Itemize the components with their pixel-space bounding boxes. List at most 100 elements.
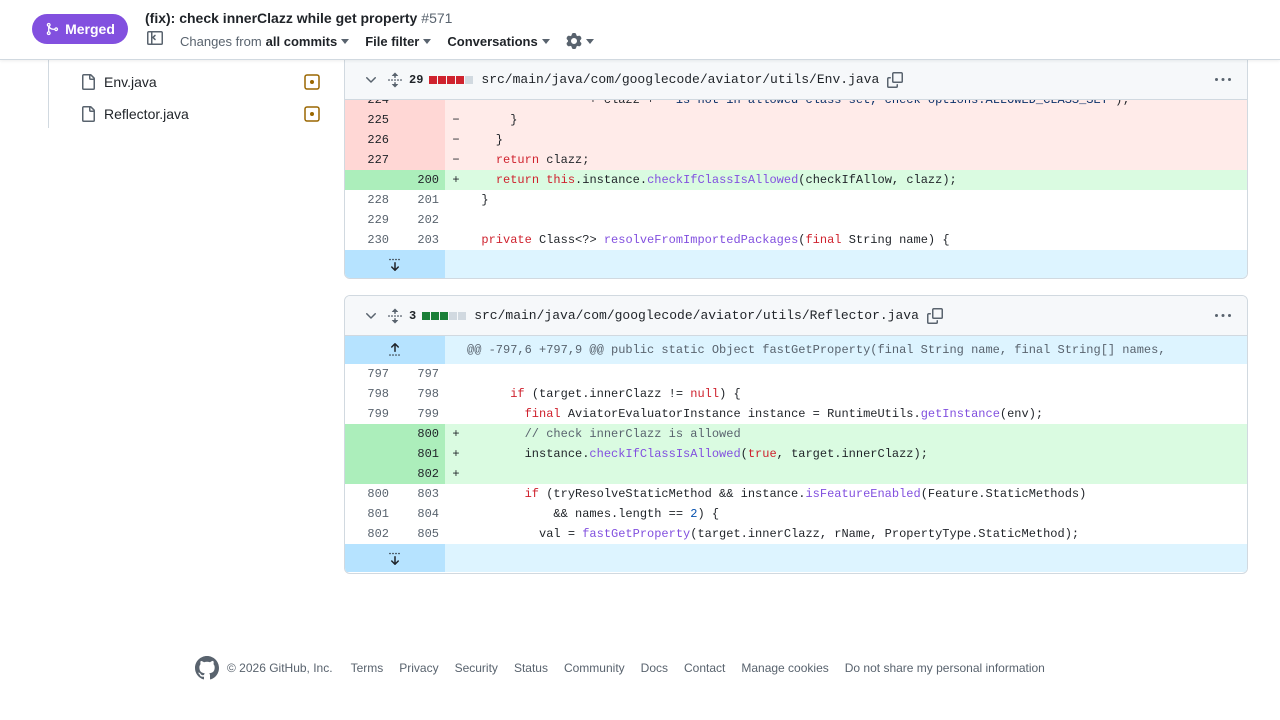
old-line-number[interactable]: 800: [345, 484, 395, 504]
diffstat-block: [458, 311, 467, 320]
new-line-number[interactable]: [395, 150, 445, 170]
unfold-up-icon: [389, 343, 400, 356]
diff-file-env: 29 src/main/java/com/googlecode/aviator/…: [344, 59, 1248, 279]
old-line-number[interactable]: 225: [345, 110, 395, 130]
chevron-down-icon[interactable]: [363, 72, 379, 88]
diff-sign: [445, 484, 467, 504]
footer-link-manage-cookies[interactable]: Manage cookies: [741, 661, 828, 675]
new-line-number[interactable]: 797: [395, 364, 445, 384]
expand-all-icon[interactable]: [387, 72, 403, 88]
footer-link-docs[interactable]: Docs: [641, 661, 668, 675]
old-line-number[interactable]: [345, 464, 395, 484]
code-text: val = fastGetProperty(target.innerClazz,…: [467, 527, 1080, 541]
diff-sign: +: [445, 170, 467, 190]
old-line-number[interactable]: 230: [345, 230, 395, 250]
new-line-number[interactable]: 202: [395, 210, 445, 230]
hunk-header-row: @@ -797,6 +797,9 @@ public static Object…: [345, 336, 1247, 364]
file-filter-dropdown[interactable]: File filter: [365, 34, 432, 49]
diff-line-deleted: 225 − }: [345, 110, 1247, 130]
old-line-number[interactable]: 798: [345, 384, 395, 404]
copy-icon[interactable]: [887, 71, 904, 88]
kebab-horizontal-icon[interactable]: [1215, 72, 1231, 88]
new-line-number[interactable]: 804: [395, 504, 445, 524]
new-line-number[interactable]: [395, 130, 445, 150]
diff-sign: −: [445, 130, 467, 150]
diff-sign: [445, 524, 467, 544]
changes-from-dropdown[interactable]: Changes from all commits: [180, 33, 350, 49]
footer-link-terms[interactable]: Terms: [351, 661, 384, 675]
new-line-number[interactable]: 801: [395, 444, 445, 464]
code-text: if (tryResolveStaticMethod && instance.i…: [524, 487, 1087, 501]
file-modified-icon: [304, 106, 320, 122]
diff-settings-button[interactable]: [566, 33, 594, 49]
new-line-number[interactable]: 802: [395, 464, 445, 484]
diff-line-context: 800 803 if (tryResolveStaticMethod && ins…: [345, 484, 1247, 504]
chevron-down-icon[interactable]: [363, 308, 379, 324]
file-icon: [82, 74, 95, 90]
footer-link-community[interactable]: Community: [564, 661, 625, 675]
kebab-horizontal-icon[interactable]: [1215, 308, 1231, 324]
footer-link-privacy[interactable]: Privacy: [399, 661, 438, 675]
new-line-number[interactable]: 800: [395, 424, 445, 444]
diff-sign: +: [445, 424, 467, 444]
old-line-number[interactable]: 226: [345, 130, 395, 150]
code-text: instance.checkIfClassIsAllowed(true, tar…: [467, 444, 1247, 464]
old-line-number[interactable]: [345, 444, 395, 464]
old-line-number[interactable]: [345, 424, 395, 444]
code-text: private Class<?> resolveFromImportedPack…: [481, 233, 950, 247]
old-line-number[interactable]: 229: [345, 210, 395, 230]
expand-down-row: [345, 544, 1247, 572]
old-line-number[interactable]: 801: [345, 504, 395, 524]
footer-link-security[interactable]: Security: [455, 661, 498, 675]
diff-sign: −: [445, 150, 467, 170]
old-line-number[interactable]: 227: [345, 150, 395, 170]
copy-icon[interactable]: [926, 307, 943, 324]
expand-down-button[interactable]: [345, 250, 445, 278]
code-text: // check innerClazz is allowed: [467, 424, 1247, 444]
sidebar-collapse-icon[interactable]: [147, 30, 163, 46]
old-line-number[interactable]: [345, 170, 395, 190]
diff-sign: +: [445, 444, 467, 464]
diff-line-context: 797 797: [345, 364, 1247, 384]
diff-line-deleted: 227 − return clazz;: [345, 150, 1247, 170]
diff-line-added: 800 + // check innerClazz is allowed: [345, 424, 1247, 444]
changes-from-label: Changes from: [180, 33, 262, 49]
code-text: }: [467, 130, 1247, 150]
new-line-number[interactable]: [395, 110, 445, 130]
expand-up-button[interactable]: [345, 336, 445, 364]
new-line-number[interactable]: 805: [395, 524, 445, 544]
file-tree-item-env[interactable]: Env.java: [80, 69, 328, 95]
conversations-dropdown[interactable]: Conversations: [447, 34, 550, 49]
new-line-number[interactable]: 203: [395, 230, 445, 250]
file-path[interactable]: src/main/java/com/googlecode/aviator/uti…: [481, 72, 879, 87]
footer-link-status[interactable]: Status: [514, 661, 548, 675]
new-line-number[interactable]: 200: [395, 170, 445, 190]
old-line-number[interactable]: 799: [345, 404, 395, 424]
changes-count: 3: [409, 308, 417, 323]
code-text: }: [467, 110, 1247, 130]
diff-line-context: 228 201 }: [345, 190, 1247, 210]
old-line-number[interactable]: 797: [345, 364, 395, 384]
footer-link-do-not-share[interactable]: Do not share my personal information: [845, 661, 1045, 675]
new-line-number[interactable]: 201: [395, 190, 445, 210]
old-line-number[interactable]: 228: [345, 190, 395, 210]
code-text: [467, 464, 1247, 484]
old-line-number[interactable]: 802: [345, 524, 395, 544]
expand-all-icon[interactable]: [387, 308, 403, 324]
diff-lines: 224− + clazz + " is not in allowed class…: [345, 90, 1247, 250]
new-line-number[interactable]: 799: [395, 404, 445, 424]
diffstat-block: [438, 75, 447, 84]
github-mark-icon[interactable]: [195, 656, 219, 680]
pr-sticky-header: Merged (fix): check innerClazz while get…: [0, 0, 1280, 60]
gear-icon: [566, 33, 582, 49]
footer-link-contact[interactable]: Contact: [684, 661, 725, 675]
expand-down-button[interactable]: [345, 544, 445, 572]
file-path[interactable]: src/main/java/com/googlecode/aviator/uti…: [474, 308, 919, 323]
new-line-number[interactable]: 798: [395, 384, 445, 404]
diff-sign: [445, 384, 467, 404]
diff-sign: [445, 190, 467, 210]
file-tree-item-reflector[interactable]: Reflector.java: [80, 101, 328, 127]
new-line-number[interactable]: 803: [395, 484, 445, 504]
unfold-down-icon: [389, 258, 400, 271]
diff-line-context: 798 798 if (target.innerClazz != null) {: [345, 384, 1247, 404]
